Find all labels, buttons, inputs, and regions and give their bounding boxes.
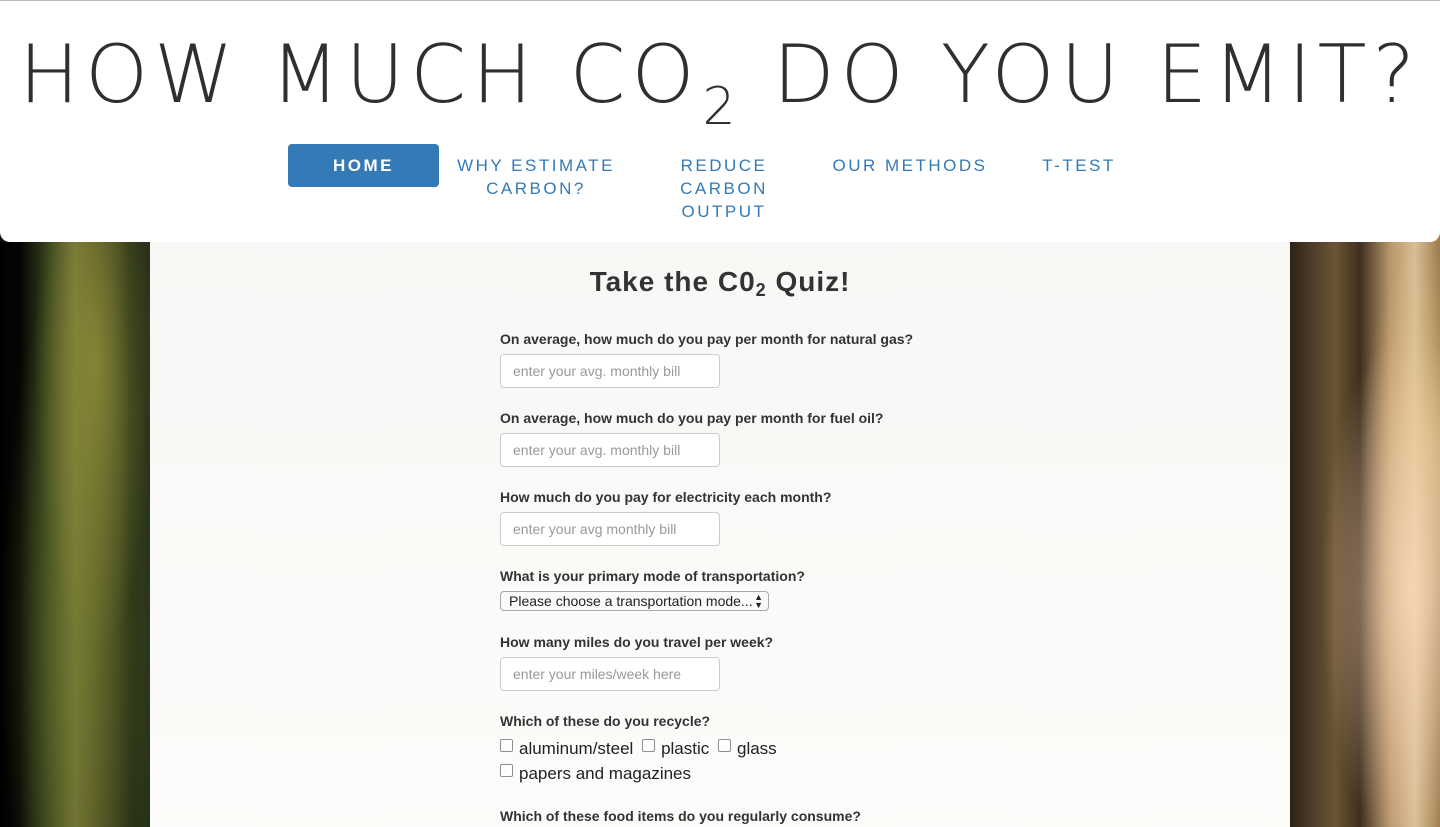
recycle-options-row-2: papers and magazines bbox=[500, 764, 695, 784]
checkbox-label-aluminum-steel: aluminum/steel bbox=[519, 739, 634, 758]
checkbox-plastic[interactable] bbox=[642, 739, 656, 752]
site-title-text-end: DO YOU EMIT? bbox=[741, 28, 1421, 121]
checkbox-label-papers-magazines: papers and magazines bbox=[519, 764, 692, 783]
site-header: HOW MUCH CO2 DO YOU EMIT? HOME WHY ESTIM… bbox=[0, 0, 1440, 242]
miles-label: How many miles do you travel per week? bbox=[500, 634, 774, 650]
natural-gas-label: On average, how much do you pay per mont… bbox=[500, 331, 914, 347]
fuel-oil-label: On average, how much do you pay per mont… bbox=[500, 410, 884, 426]
select-arrows-icon: ▲ ▼ bbox=[754, 592, 763, 610]
quiz-title-subscript: 2 bbox=[755, 280, 767, 300]
site-title: HOW MUCH CO2 DO YOU EMIT? bbox=[0, 35, 1440, 134]
recycle-options-row-1: aluminum/steel plastic glass bbox=[500, 739, 781, 759]
checkbox-aluminum-steel[interactable] bbox=[500, 739, 513, 752]
transportation-select-value: Please choose a transportation mode... bbox=[509, 593, 753, 609]
nav-item-reduce-carbon-output[interactable]: REDUCE CARBON OUTPUT bbox=[668, 154, 780, 223]
checkbox-label-glass: glass bbox=[736, 739, 777, 758]
checkbox-glass[interactable] bbox=[717, 739, 731, 752]
quiz-title: Take the C02 Quiz! bbox=[150, 266, 1290, 300]
nav-item-home[interactable]: HOME bbox=[288, 144, 439, 187]
nav-item-t-test[interactable]: T-TEST bbox=[1030, 154, 1128, 177]
electricity-input[interactable] bbox=[500, 512, 720, 546]
forest-image-right bbox=[1290, 242, 1440, 827]
checkbox-papers-magazines[interactable] bbox=[500, 764, 513, 777]
site-title-text: HOW MUCH CO bbox=[19, 28, 701, 121]
main-nav: HOME WHY ESTIMATE CARBON? REDUCE CARBON … bbox=[0, 144, 1440, 234]
food-items-label: Which of these food items do you regular… bbox=[500, 808, 861, 824]
recycle-label: Which of these do you recycle? bbox=[500, 713, 711, 729]
nav-item-why-estimate-carbon[interactable]: WHY ESTIMATE CARBON? bbox=[448, 154, 624, 200]
miles-input[interactable] bbox=[500, 657, 720, 691]
transportation-select[interactable]: Please choose a transportation mode... ▲… bbox=[500, 591, 769, 611]
checkbox-label-plastic: plastic bbox=[661, 739, 710, 758]
fuel-oil-input[interactable] bbox=[500, 433, 720, 467]
forest-image-left bbox=[0, 242, 150, 827]
transportation-label: What is your primary mode of transportat… bbox=[500, 568, 805, 584]
quiz-title-text-end: Quiz! bbox=[766, 266, 851, 297]
site-title-subscript: 2 bbox=[702, 77, 742, 137]
natural-gas-input[interactable] bbox=[500, 354, 720, 388]
nav-item-our-methods[interactable]: OUR METHODS bbox=[822, 154, 998, 177]
quiz-title-text: Take the C0 bbox=[589, 266, 756, 297]
electricity-label: How much do you pay for electricity each… bbox=[500, 489, 832, 505]
